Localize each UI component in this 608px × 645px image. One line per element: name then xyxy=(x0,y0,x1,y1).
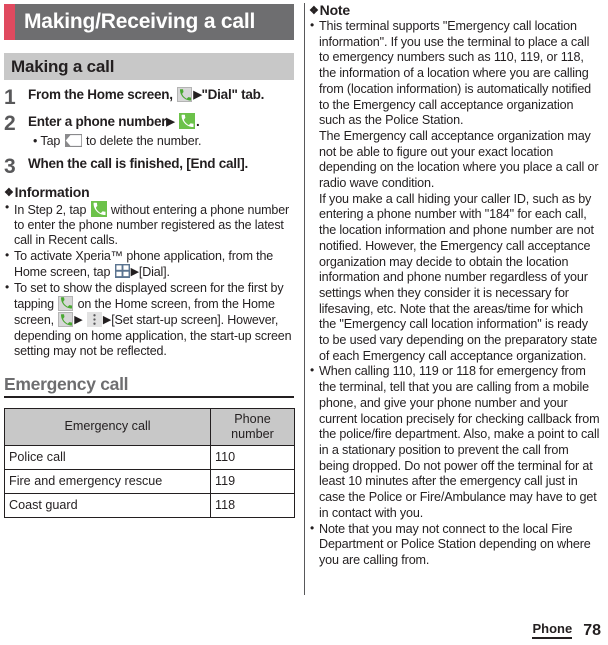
table-cell-number: 119 xyxy=(210,468,295,494)
table-row: Coast guard 118 xyxy=(4,492,295,518)
step-number: 1 xyxy=(4,86,16,109)
step-2-body: Enter a phone number▶ . • Tap to delete … xyxy=(28,113,294,149)
step-2-text-after: . xyxy=(196,114,200,129)
step-3: 3 When the call is finished, [End call]. xyxy=(4,154,294,178)
page-number: 78 xyxy=(583,622,601,639)
step-number: 2 xyxy=(4,112,16,135)
note-heading: ❖Note xyxy=(309,2,601,18)
left-column: Making/Receiving a call Making a call 1 … xyxy=(0,0,300,518)
list-item: In Step 2, tap without entering a phone … xyxy=(4,199,294,249)
note-b3-p1: Note that you may not connect to the loc… xyxy=(319,521,591,567)
step-text: From the Home screen, ▶"Dial" tab. xyxy=(28,87,294,106)
note-b1-p1: This terminal supports "Emergency call l… xyxy=(319,19,592,128)
note-heading-label: Note xyxy=(319,2,351,18)
delete-backspace-icon xyxy=(64,133,82,147)
info-b1-part1: In Step 2, tap xyxy=(14,202,87,217)
step-2-sub-before: • Tap xyxy=(33,133,61,148)
arrow-icon: ▶ xyxy=(166,116,175,128)
table-cell-service: Coast guard xyxy=(4,492,211,518)
information-bullet-list: In Step 2, tap without entering a phone … xyxy=(4,199,294,360)
right-column: ❖Note This terminal supports "Emergency … xyxy=(309,0,601,569)
arrow-icon: ▶ xyxy=(193,89,202,101)
step-2-sub-after: to delete the number. xyxy=(86,133,202,148)
app-grid-icon xyxy=(114,264,130,279)
table-row: Fire and emergency rescue 119 xyxy=(4,468,295,494)
step-text: Enter a phone number▶ . xyxy=(28,113,294,131)
step-number: 3 xyxy=(4,154,16,178)
note-b1-p3: If you make a call hiding your caller ID… xyxy=(319,191,598,363)
column-divider xyxy=(304,3,305,595)
step-2: 2 Enter a phone number▶ . • Tap to delet… xyxy=(4,113,294,149)
arrow-icon: ▶ xyxy=(102,314,112,327)
info-b2-part2: [Dial]. xyxy=(138,265,170,280)
diamond-icon: ❖ xyxy=(4,186,14,199)
chapter-accent-bar xyxy=(4,4,15,40)
step-2-subnote: • Tap to delete the number. xyxy=(28,133,294,149)
step-1-text-after: "Dial" tab. xyxy=(201,87,265,102)
step-2-text-before: Enter a phone number xyxy=(28,114,167,129)
table-cell-number: 118 xyxy=(210,492,295,518)
phone-icon xyxy=(58,295,74,311)
manual-page: Making/Receiving a call Making a call 1 … xyxy=(0,0,608,645)
arrow-icon: ▶ xyxy=(130,266,139,279)
phone-green-icon xyxy=(179,113,196,129)
table-cell-service: Police call xyxy=(4,444,211,470)
list-item: Note that you may not connect to the loc… xyxy=(309,520,601,569)
information-heading-label: Information xyxy=(14,183,90,200)
arrow-icon: ▶ xyxy=(74,314,83,327)
note-b2-p1: When calling 110, 119 or 118 for emergen… xyxy=(319,364,600,520)
footer-chapter-tab: Phone xyxy=(532,621,573,639)
section-title: Making a call xyxy=(11,56,115,76)
step-1-text-before: From the Home screen, xyxy=(28,87,173,102)
phone-icon xyxy=(177,87,193,102)
emergency-call-heading: Emergency call xyxy=(4,373,129,394)
list-item: This terminal supports "Emergency call l… xyxy=(309,18,601,364)
note-bullet-list: This terminal supports "Emergency call l… xyxy=(309,18,601,569)
chapter-title-bar: Making/Receiving a call xyxy=(4,4,294,40)
step-1: 1 From the Home screen, ▶"Dial" tab. xyxy=(4,86,294,109)
phone-icon xyxy=(58,312,74,328)
note-b1-p2: The Emergency call acceptance organizati… xyxy=(319,128,599,191)
information-heading: ❖Information xyxy=(4,184,294,200)
table-column-header-number: Phone number xyxy=(210,407,295,446)
list-item: When calling 110, 119 or 118 for emergen… xyxy=(309,363,601,521)
table-cell-service: Fire and emergency rescue xyxy=(4,468,211,494)
table-cell-number: 110 xyxy=(210,444,295,470)
table-column-header-service: Emergency call xyxy=(4,407,211,446)
table-row: Police call 110 xyxy=(4,444,295,470)
table-header-row: Emergency call Phone number xyxy=(4,407,295,446)
list-item: To set to show the displayed screen for … xyxy=(4,280,294,360)
step-text: When the call is finished, [End call]. xyxy=(28,155,249,171)
info-b3-part3: [Set start-up screen]. However, dependin… xyxy=(14,313,292,359)
phone-green-icon xyxy=(90,200,107,217)
page-footer: Phone 78 xyxy=(532,621,601,639)
heading-rule xyxy=(4,395,294,398)
emergency-numbers-table: Emergency call Phone number Police call … xyxy=(4,407,295,518)
diamond-icon: ❖ xyxy=(309,5,319,17)
page-title: Making/Receiving a call xyxy=(24,10,256,33)
section-header-making-a-call: Making a call xyxy=(4,53,294,80)
overflow-menu-icon xyxy=(86,312,102,328)
list-item: To activate Xperia™ phone application, f… xyxy=(4,248,294,281)
